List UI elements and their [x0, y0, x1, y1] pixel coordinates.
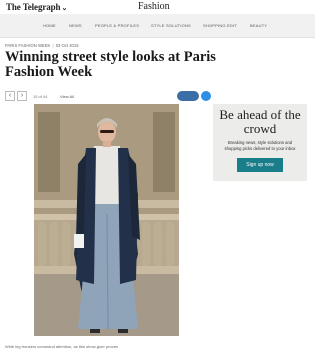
- gallery-counter: 15 of 44: [33, 94, 48, 99]
- section-nav: HOME NEWS PEOPLE & PROFILES STYLE SOLUTI…: [0, 14, 315, 38]
- share-circle-icon[interactable]: [201, 91, 211, 101]
- chevron-down-icon[interactable]: ⌄: [61, 4, 67, 12]
- newsletter-promo: Be ahead of the crowd Breaking news, sty…: [213, 104, 307, 181]
- brand-logo[interactable]: The Telegraph⌄: [6, 2, 67, 12]
- promo-subtitle: Breaking news, style solutions and shopp…: [224, 140, 296, 151]
- street-style-photo: [34, 104, 179, 336]
- chevron-left-icon: ‹: [8, 92, 12, 99]
- kicker-date: 03 Oct 2015: [55, 43, 79, 48]
- chevron-right-icon: ›: [20, 92, 24, 99]
- nav-item-home[interactable]: HOME: [43, 23, 56, 28]
- nav-item-style-solutions[interactable]: STYLE SOLUTIONS: [151, 23, 191, 28]
- nav-item-beauty[interactable]: BEAUTY: [250, 23, 267, 28]
- article-headline: Winning street style looks at Paris Fash…: [5, 49, 216, 80]
- share-button[interactable]: [177, 91, 199, 101]
- nav-item-shopping-edit[interactable]: SHOPPING EDIT: [203, 23, 237, 28]
- sign-up-button[interactable]: Sign up now: [237, 158, 283, 172]
- view-all-link[interactable]: View All: [60, 94, 74, 99]
- gallery-controls: ‹ › 15 of 44 View All: [5, 91, 211, 102]
- gallery-caption: Wide leg trousers command attention, as …: [5, 344, 118, 349]
- nav-item-people-profiles[interactable]: PEOPLE & PROFILES: [95, 23, 139, 28]
- gallery-photo[interactable]: [34, 104, 179, 336]
- gallery-next-button[interactable]: ›: [17, 91, 27, 101]
- nav-item-news[interactable]: NEWS: [69, 23, 82, 28]
- section-title[interactable]: Fashion: [138, 1, 170, 12]
- promo-title: Be ahead of the crowd: [219, 107, 301, 136]
- brand-name: The Telegraph: [6, 2, 61, 12]
- top-bar: The Telegraph⌄ Fashion: [0, 0, 315, 14]
- kicker-section[interactable]: PARIS FASHION WEEK: [5, 43, 50, 48]
- gallery-prev-button[interactable]: ‹: [5, 91, 15, 101]
- article-kicker: PARIS FASHION WEEK | 03 Oct 2015: [5, 43, 79, 48]
